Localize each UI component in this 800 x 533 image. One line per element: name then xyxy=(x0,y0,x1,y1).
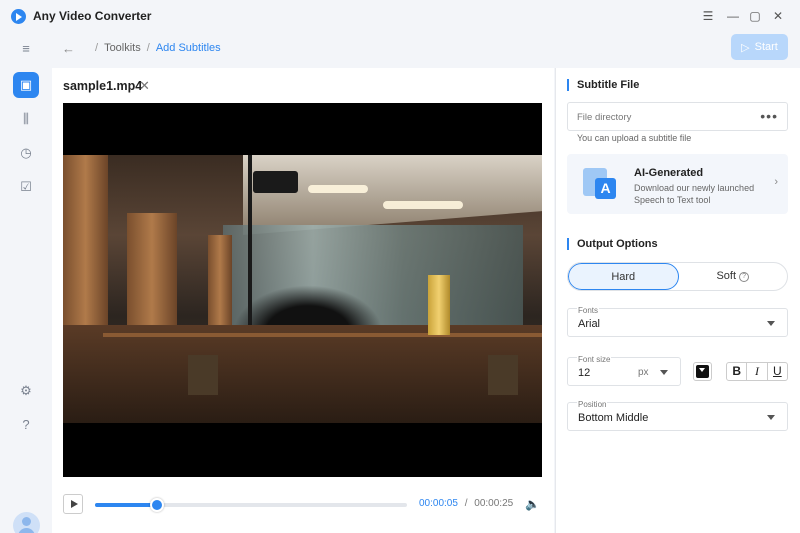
chevron-down-icon xyxy=(660,370,668,375)
video-frame xyxy=(63,155,542,423)
font-size-unit: px xyxy=(638,367,649,378)
font-size-field[interactable]: Font size 12 px xyxy=(567,355,681,386)
options-panel: Subtitle File File directory ••• You can… xyxy=(555,68,800,533)
fonts-select[interactable]: Fonts Arial xyxy=(567,306,788,337)
chevron-down-icon xyxy=(699,368,705,372)
collapse-menu-icon[interactable]: ≡ xyxy=(13,36,39,62)
current-time: 00:00:05 xyxy=(419,498,458,509)
position-select[interactable]: Position Bottom Middle xyxy=(567,400,788,431)
breadcrumb-add-subtitles: Add Subtitles xyxy=(155,42,221,54)
player-controls: 00:00:05 / 00:00:25 🔈 xyxy=(63,494,542,516)
chevron-down-icon xyxy=(767,321,775,326)
font-size-value: 12 xyxy=(578,367,591,379)
subtitle-file-title: Subtitle File xyxy=(567,79,639,91)
sidebar: ≡ ▣ ⫼ ◷ ☑ ⚙ ? xyxy=(0,32,52,533)
ai-generated-card[interactable]: A AI-Generated Download our newly launch… xyxy=(567,154,788,214)
play-button[interactable] xyxy=(63,494,83,514)
play-circle-icon: ▷ xyxy=(741,41,750,54)
upload-hint: You can upload a subtitle file xyxy=(577,133,692,143)
toolbox-icon[interactable]: ▣ xyxy=(13,72,39,98)
underline-button[interactable]: U xyxy=(768,363,787,380)
breadcrumb-separator: / xyxy=(146,42,150,54)
text-color-picker[interactable] xyxy=(693,362,712,381)
tasks-check-icon[interactable]: ☑ xyxy=(13,174,39,200)
progress-handle[interactable] xyxy=(150,498,165,512)
chevron-right-icon: › xyxy=(774,176,778,188)
help-icon[interactable]: ? xyxy=(13,412,39,438)
position-label: Position xyxy=(577,400,608,409)
total-time: 00:00:25 xyxy=(474,498,514,509)
fonts-label: Fonts xyxy=(577,306,600,315)
start-label: Start xyxy=(754,41,778,53)
title-bar: Any Video Converter ☰ — ▢ ✕ xyxy=(0,0,800,32)
text-format-group: B I U xyxy=(726,362,788,381)
mode-soft-label: Soft xyxy=(716,270,737,282)
bold-button[interactable]: B xyxy=(727,363,748,380)
time-separator: / xyxy=(464,498,468,509)
browse-more-icon[interactable]: ••• xyxy=(760,108,778,124)
subtitle-mode-toggle: Hard Soft? xyxy=(567,262,788,291)
minimize-icon[interactable]: — xyxy=(725,8,741,24)
italic-button[interactable]: I xyxy=(747,363,768,380)
close-window-icon[interactable]: ✕ xyxy=(770,8,786,24)
ai-card-description: Download our newly launched Speech to Te… xyxy=(634,183,755,205)
video-preview[interactable] xyxy=(63,103,542,477)
breadcrumb-toolkits[interactable]: Toolkits xyxy=(104,42,141,54)
file-directory-placeholder: File directory xyxy=(577,112,632,123)
mode-hard-button[interactable]: Hard xyxy=(568,263,679,290)
remove-file-icon[interactable]: ✕ xyxy=(139,78,150,94)
library-icon[interactable]: ⫼ xyxy=(13,106,39,132)
window-menu-icon[interactable]: ☰ xyxy=(700,8,716,24)
question-mark-icon[interactable]: ? xyxy=(739,272,750,282)
file-name: sample1.mp4 xyxy=(63,79,143,93)
settings-gear-icon[interactable]: ⚙ xyxy=(13,378,39,404)
ai-card-title: AI-Generated xyxy=(634,167,704,179)
file-directory-field[interactable]: File directory ••• xyxy=(567,102,788,131)
app-logo-icon xyxy=(11,9,26,24)
maximize-icon[interactable]: ▢ xyxy=(747,8,763,24)
breadcrumb-separator: / xyxy=(95,42,99,54)
output-options-title: Output Options xyxy=(567,238,658,250)
progress-track[interactable] xyxy=(95,498,407,512)
chevron-down-icon xyxy=(767,415,775,420)
speech-to-text-icon: A xyxy=(583,168,617,200)
breadcrumb: ← / Toolkits / Add Subtitles xyxy=(62,40,221,56)
avatar[interactable] xyxy=(13,512,40,533)
mode-soft-button[interactable]: Soft? xyxy=(679,263,788,290)
time-display: 00:00:05 / 00:00:25 xyxy=(419,498,513,509)
history-clock-icon[interactable]: ◷ xyxy=(13,140,39,166)
app-title: Any Video Converter xyxy=(33,9,152,23)
back-arrow-icon[interactable]: ← xyxy=(62,41,75,56)
video-panel: sample1.mp4 ✕ 00:00:05 / 00:00:25 🔈 xyxy=(52,68,554,533)
position-value: Bottom Middle xyxy=(578,412,649,424)
progress-fill xyxy=(95,503,158,507)
start-button[interactable]: ▷ Start xyxy=(731,34,788,60)
font-value: Arial xyxy=(578,318,601,330)
volume-icon[interactable]: 🔈 xyxy=(525,497,540,511)
font-size-label: Font size xyxy=(577,355,612,364)
